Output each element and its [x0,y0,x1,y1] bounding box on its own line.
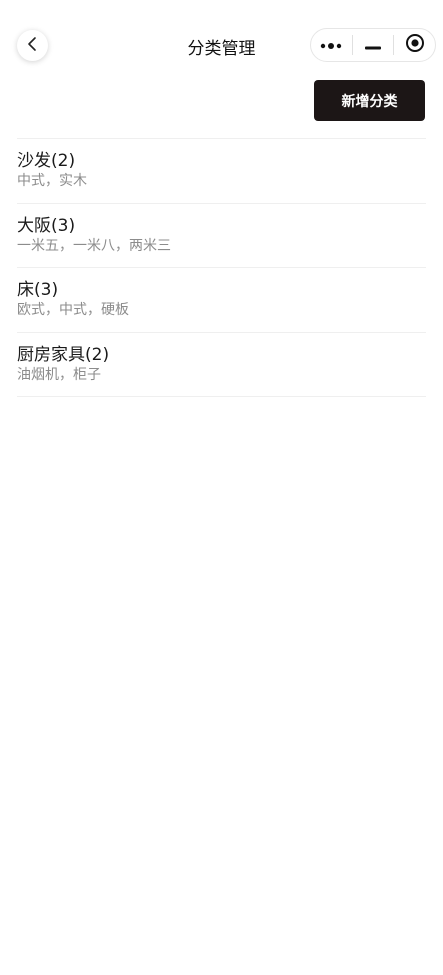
category-subtitle: 中式，实木 [17,173,87,189]
nav-bar: 分类管理 [0,0,443,90]
list-item[interactable]: 沙发(2) 中式，实木 [17,139,426,204]
category-subtitle: 油烟机，柜子 [17,366,101,383]
close-button[interactable] [394,28,435,62]
add-category-button[interactable]: 新增分类 [314,80,425,121]
list-item[interactable]: 厨房家具(2) 油烟机，柜子 [17,333,426,397]
category-title: 床(3) [17,280,59,300]
close-target-icon [405,33,425,57]
category-list: 沙发(2) 中式，实木 大阪(3) 一米五，一米八，两米三 床(3) 欧式，中式… [17,138,426,397]
screen: 分类管理 新增分类 沙发(2) 中式，实木 大阪(3) 一米五，一米八，两米三 … [0,0,443,975]
minimize-button[interactable] [353,28,394,62]
category-title: 沙发(2) [17,151,76,171]
list-item[interactable]: 床(3) 欧式，中式，硬板 [17,268,426,333]
minimize-icon [364,36,382,55]
more-dots-icon [319,36,343,55]
list-item[interactable]: 大阪(3) 一米五，一米八，两米三 [17,204,426,268]
capsule-menu [310,28,436,62]
category-title: 厨房家具(2) [17,344,110,365]
category-title: 大阪(3) [17,215,76,236]
more-button[interactable] [311,28,352,62]
category-subtitle: 一米五，一米八，两米三 [17,237,171,254]
category-subtitle: 欧式，中式，硬板 [17,302,129,318]
